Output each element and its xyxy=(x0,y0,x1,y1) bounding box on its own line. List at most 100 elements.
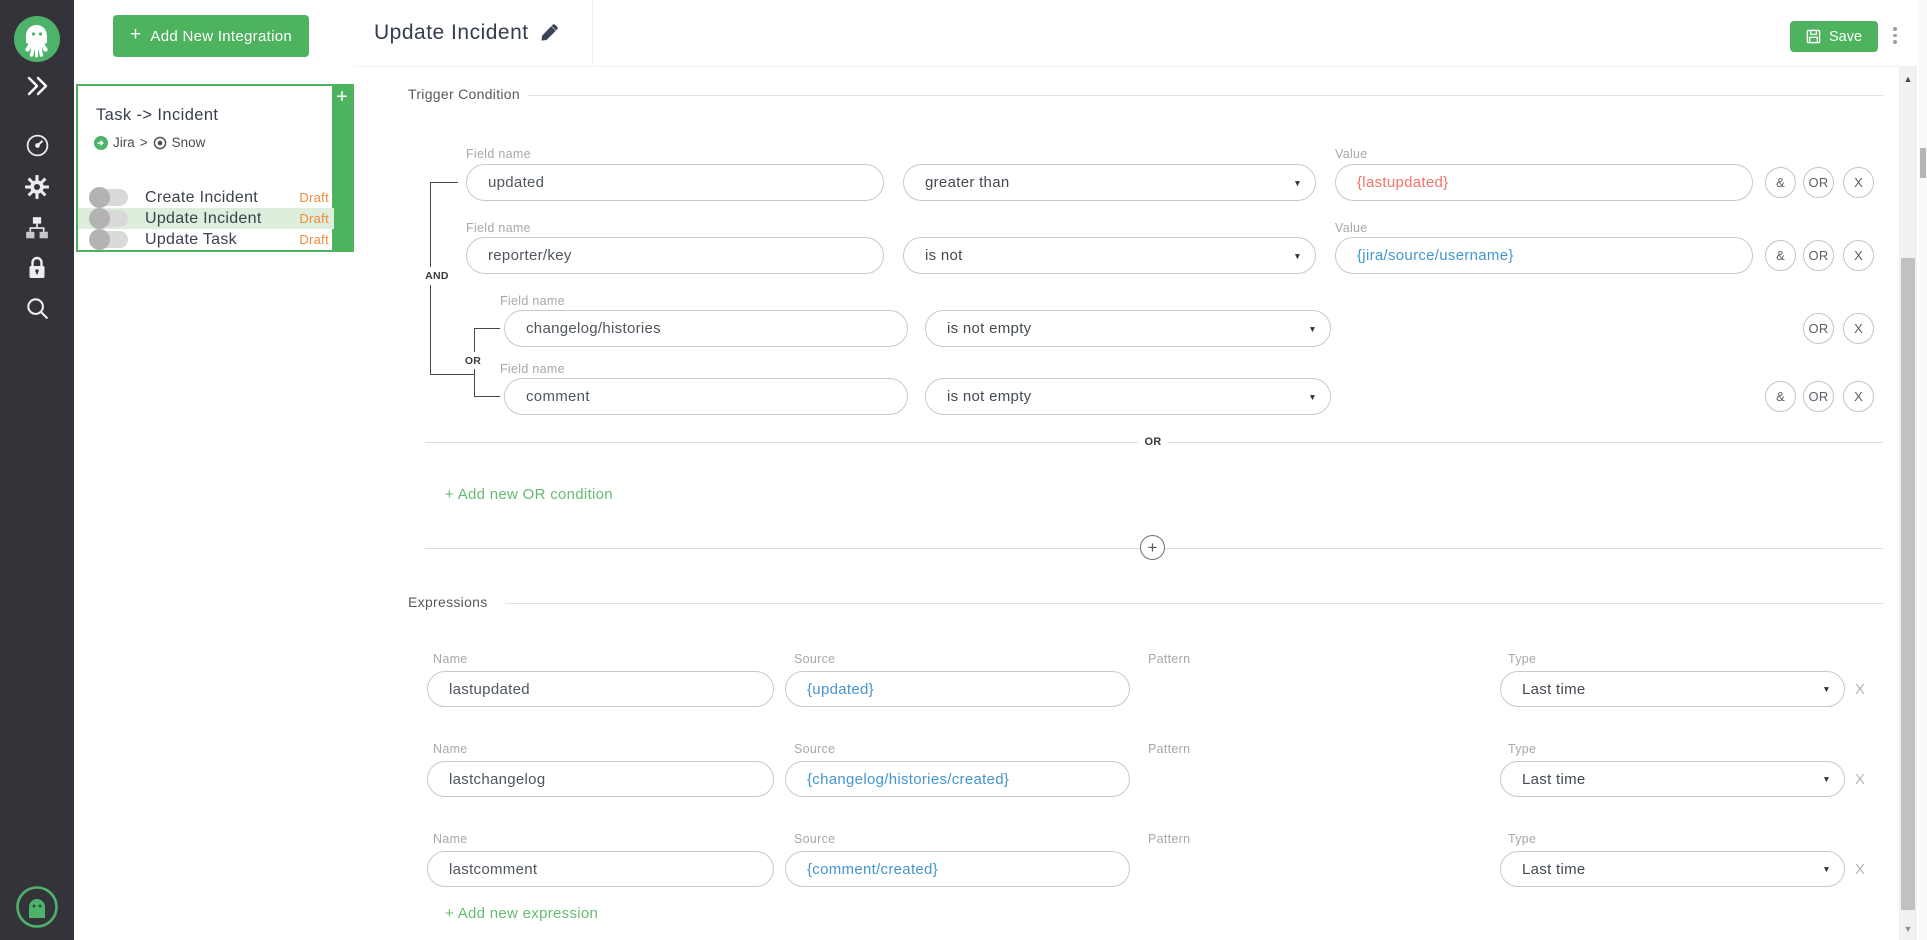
plus-icon: + xyxy=(336,86,348,250)
edit-pencil-icon[interactable] xyxy=(540,24,558,42)
or-divider-label: OR xyxy=(1138,432,1168,451)
and-bracket-stub xyxy=(430,374,474,375)
toggle-update-incident[interactable] xyxy=(90,210,128,227)
and-condition-button[interactable]: & xyxy=(1765,381,1796,412)
integrations-sitemap-icon[interactable] xyxy=(0,215,74,241)
or-bracket-stub xyxy=(474,328,500,329)
value-label: Value xyxy=(1335,221,1368,235)
chevron-down-icon: ▼ xyxy=(1822,864,1831,874)
save-button[interactable]: Save xyxy=(1790,21,1878,52)
kebab-menu[interactable] xyxy=(1889,27,1901,51)
and-label: AND xyxy=(418,267,456,285)
add-new-integration-button[interactable]: + Add New Integration xyxy=(113,15,309,57)
route-separator: > xyxy=(140,135,148,150)
or-condition-button[interactable]: OR xyxy=(1803,381,1834,412)
add-expression-link[interactable]: + Add new expression xyxy=(445,905,598,922)
chevron-down-icon: ▼ xyxy=(1293,251,1302,261)
trigger-condition-section-title: Trigger Condition xyxy=(408,86,528,102)
field-name-label: Field name xyxy=(466,147,531,161)
field-name-input[interactable] xyxy=(504,378,908,415)
expression-type-select[interactable]: Last time ▼ xyxy=(1500,851,1845,887)
pattern-column-label: Pattern xyxy=(1148,832,1190,846)
content-scrollbar-thumb[interactable] xyxy=(1901,258,1915,910)
and-bracket-stub xyxy=(430,182,458,183)
and-condition-button[interactable]: & xyxy=(1765,240,1796,271)
settings-gear-icon[interactable] xyxy=(0,174,74,200)
content-scrollbar[interactable]: ▲ ▼ xyxy=(1899,66,1917,940)
scroll-up-arrow[interactable]: ▲ xyxy=(1899,74,1917,84)
list-item-label: Create Incident xyxy=(145,189,299,207)
operator-value: is not empty xyxy=(947,320,1031,337)
or-condition-button[interactable]: OR xyxy=(1803,313,1834,344)
app-root: + Add New Integration + Task -> Incident… xyxy=(0,0,1927,940)
user-avatar[interactable] xyxy=(0,884,74,930)
field-name-label: Field name xyxy=(500,294,565,308)
expression-type-select[interactable]: Last time ▼ xyxy=(1500,671,1845,707)
chevron-down-icon: ▼ xyxy=(1293,178,1302,188)
type-value: Last time xyxy=(1522,861,1586,878)
remove-expression-button[interactable]: X xyxy=(1855,861,1865,878)
save-floppy-icon xyxy=(1806,29,1821,44)
expression-type-select[interactable]: Last time ▼ xyxy=(1500,761,1845,797)
and-condition-button[interactable]: & xyxy=(1765,167,1796,198)
expand-chevrons-icon[interactable] xyxy=(0,74,74,98)
field-name-label: Field name xyxy=(466,221,531,235)
add-new-integration-label: Add New Integration xyxy=(150,28,292,45)
page-scrollbar-thumb[interactable] xyxy=(1920,148,1926,178)
toggle-create-incident[interactable] xyxy=(90,189,128,206)
field-name-input[interactable] xyxy=(466,164,884,201)
integration-card[interactable]: + Task -> Incident Jira > Snow C xyxy=(76,84,354,252)
pattern-column-label: Pattern xyxy=(1148,742,1190,756)
expression-name-input[interactable] xyxy=(427,671,774,707)
search-icon[interactable] xyxy=(0,296,74,321)
list-item-update-task[interactable]: Update Task Draft xyxy=(78,229,334,250)
remove-condition-button[interactable]: X xyxy=(1843,167,1874,198)
add-condition-group-button[interactable]: + xyxy=(1140,535,1165,560)
name-column-label: Name xyxy=(433,652,468,666)
expression-source-input[interactable] xyxy=(785,671,1130,707)
list-item-create-incident[interactable]: Create Incident Draft xyxy=(78,187,334,208)
type-column-label: Type xyxy=(1508,832,1536,846)
value-input[interactable] xyxy=(1335,164,1753,201)
operator-select[interactable]: greater than ▼ xyxy=(903,164,1316,201)
or-condition-button[interactable]: OR xyxy=(1803,240,1834,271)
list-item-update-incident[interactable]: Update Incident Draft xyxy=(78,208,334,229)
status-badge: Draft xyxy=(299,190,329,205)
add-or-condition-link[interactable]: + Add new OR condition xyxy=(445,486,613,503)
expression-name-input[interactable] xyxy=(427,851,774,887)
operator-select[interactable]: is not empty ▼ xyxy=(925,378,1331,415)
source-column-label: Source xyxy=(794,832,835,846)
expression-source-input[interactable] xyxy=(785,851,1130,887)
source-column-label: Source xyxy=(794,742,835,756)
scroll-down-arrow[interactable]: ▼ xyxy=(1899,924,1917,934)
field-name-input[interactable] xyxy=(466,237,884,274)
remove-expression-button[interactable]: X xyxy=(1855,681,1865,698)
remove-expression-button[interactable]: X xyxy=(1855,771,1865,788)
operator-value: greater than xyxy=(925,174,1010,191)
security-lock-icon[interactable] xyxy=(0,255,74,281)
save-label: Save xyxy=(1829,29,1862,45)
operator-select[interactable]: is not empty ▼ xyxy=(925,310,1331,347)
page-scrollbar[interactable] xyxy=(1919,0,1927,940)
section-rule xyxy=(505,603,1883,604)
value-input[interactable] xyxy=(1335,237,1753,274)
integration-title: Task -> Incident xyxy=(96,106,218,125)
dashboard-icon[interactable] xyxy=(0,133,74,158)
remove-condition-button[interactable]: X xyxy=(1843,313,1874,344)
operator-value: is not empty xyxy=(947,388,1031,405)
operator-select[interactable]: is not ▼ xyxy=(903,237,1316,274)
field-name-input[interactable] xyxy=(504,310,908,347)
remove-condition-button[interactable]: X xyxy=(1843,381,1874,412)
card-add-strip[interactable]: + xyxy=(332,86,352,250)
chevron-down-icon: ▼ xyxy=(1308,324,1317,334)
octopus-logo[interactable] xyxy=(0,15,74,63)
chevron-down-icon: ▼ xyxy=(1308,392,1317,402)
toggle-update-task[interactable] xyxy=(90,231,128,248)
expression-name-input[interactable] xyxy=(427,761,774,797)
type-column-label: Type xyxy=(1508,742,1536,756)
route-source: Jira xyxy=(113,135,135,150)
expression-source-input[interactable] xyxy=(785,761,1130,797)
operator-value: is not xyxy=(925,247,963,264)
or-condition-button[interactable]: OR xyxy=(1803,167,1834,198)
remove-condition-button[interactable]: X xyxy=(1843,240,1874,271)
